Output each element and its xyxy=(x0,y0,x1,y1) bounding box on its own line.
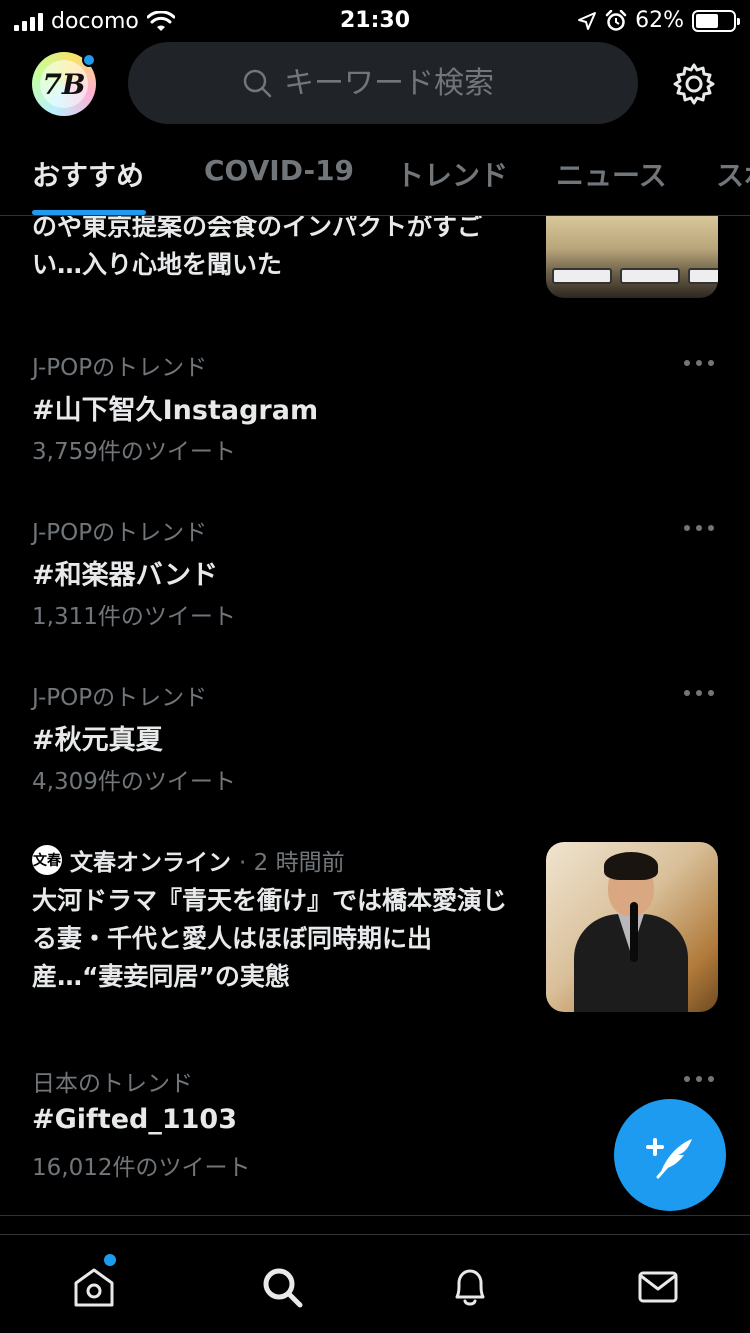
tab-trending[interactable]: トレンド xyxy=(396,154,508,194)
trend-category: J-POPのトレンド xyxy=(32,685,208,711)
tab-covid[interactable]: COVID-19 xyxy=(204,154,354,187)
trend-category: 日本のトレンド xyxy=(32,1071,193,1097)
search-icon xyxy=(243,69,272,98)
trend-name: #Gifted_1103 xyxy=(32,1104,237,1135)
search-bar[interactable] xyxy=(128,42,638,124)
bottom-nav xyxy=(0,1234,750,1333)
tab-news[interactable]: ニュース xyxy=(556,154,667,194)
gear-icon[interactable] xyxy=(672,62,716,106)
home-icon[interactable] xyxy=(72,1265,116,1309)
more-icon[interactable] xyxy=(684,360,714,368)
search-input[interactable] xyxy=(284,65,524,101)
news-thumbnail[interactable] xyxy=(546,842,718,1012)
trend-category: J-POPのトレンド xyxy=(32,355,208,381)
trend-count: 1,311件のツイート xyxy=(32,604,236,630)
home-notification-dot xyxy=(104,1254,116,1266)
news-headline: 大河ドラマ『青天を衝け』では橋本愛演じる妻・千代と愛人はほぼ同時期に出産…“妻妾… xyxy=(32,886,508,991)
location-icon xyxy=(578,11,597,30)
trend-count: 3,759件のツイート xyxy=(32,439,236,465)
status-bar: docomo 21:30 62% xyxy=(0,0,750,42)
active-tab-indicator xyxy=(32,210,146,215)
avatar-logo: 7B xyxy=(40,60,88,108)
tab-recommended[interactable]: おすすめ xyxy=(32,154,144,194)
trend-count: 16,012件のツイート xyxy=(32,1155,251,1181)
feather-plus-icon xyxy=(646,1138,692,1179)
news-source: 文春オンライン xyxy=(70,850,231,876)
alarm-icon xyxy=(605,9,627,31)
story-headline: のや東京提案の会食のインパクトがすごい…入り心地を聞いた xyxy=(32,212,483,279)
search-icon[interactable] xyxy=(260,1265,304,1309)
trend-name: #山下智久Instagram xyxy=(32,395,319,426)
more-icon[interactable] xyxy=(684,525,714,533)
notification-dot xyxy=(82,53,96,67)
source-logo: 文春 xyxy=(32,845,62,875)
bell-icon[interactable] xyxy=(448,1265,492,1309)
battery-percent: 62% xyxy=(635,8,684,33)
story-thumbnail[interactable] xyxy=(546,216,718,298)
tab-bar: おすすめ COVID-19 トレンド ニュース スポ xyxy=(0,140,750,216)
tab-sports[interactable]: スポ xyxy=(716,154,750,194)
trend-count: 4,309件のツイート xyxy=(32,769,236,795)
mail-icon[interactable] xyxy=(636,1265,680,1309)
compose-tweet-button[interactable] xyxy=(614,1099,726,1211)
trend-name: #秋元真夏 xyxy=(32,725,163,756)
news-time: · 2 時間前 xyxy=(239,850,345,876)
trend-name: #和楽器バンド xyxy=(32,560,218,591)
battery-icon xyxy=(692,9,740,32)
trend-category: J-POPのトレンド xyxy=(32,520,208,546)
divider xyxy=(0,1215,750,1216)
more-icon[interactable] xyxy=(684,690,714,698)
more-icon[interactable] xyxy=(684,1076,714,1084)
